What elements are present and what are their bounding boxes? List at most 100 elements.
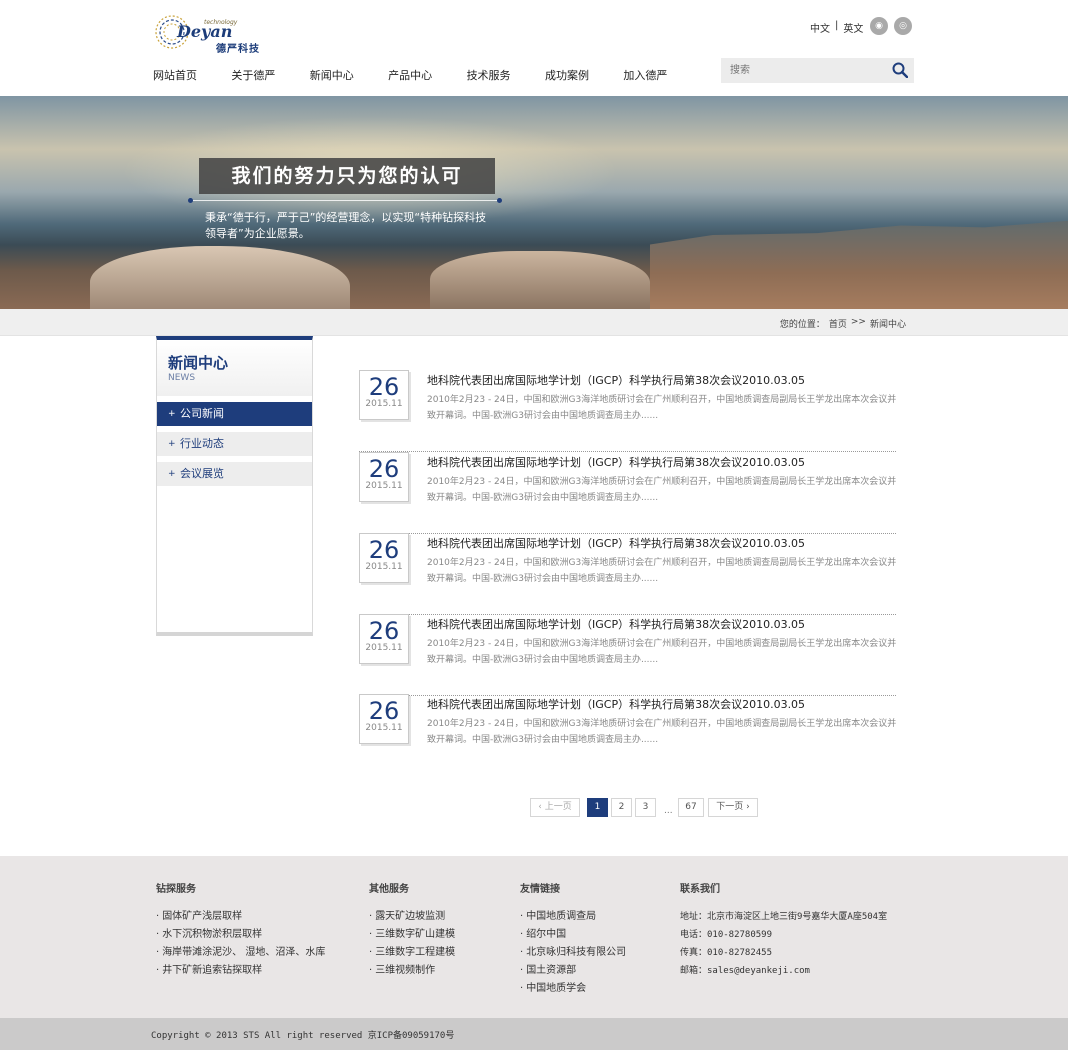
logo-cn: 德严科技	[216, 44, 260, 55]
news-item: 26 2015.11 地科院代表团出席国际地学计划（IGCP）科学执行局第38次…	[359, 533, 896, 615]
lang-zh-link[interactable]: 中文	[810, 20, 830, 35]
footer-link[interactable]: 露天矿边坡监测	[369, 908, 455, 926]
footer-link[interactable]: 北京咏归科技有限公司	[520, 944, 626, 962]
footer-link[interactable]: 国土资源部	[520, 962, 626, 980]
wechat-icon[interactable]: ◎	[894, 17, 912, 35]
banner-dot-right	[497, 198, 502, 203]
footer-col-other: 其他服务 露天矿边坡监测 三维数字矿山建模 三维数字工程建模 三维视频制作	[369, 880, 455, 980]
prev-page-button[interactable]: ‹ 上一页	[530, 798, 580, 817]
weibo-icon[interactable]: ◉	[870, 17, 888, 35]
news-title-link[interactable]: 地科院代表团出席国际地学计划（IGCP）科学执行局第38次会议2010.03.0…	[427, 454, 805, 470]
copyright-text: Copyright © 2013 STS All right reserved …	[151, 1031, 455, 1041]
breadcrumb: 您的位置： 首页 >> 新闻中心	[780, 317, 906, 330]
news-title-link[interactable]: 地科院代表团出席国际地学计划（IGCP）科学执行局第38次会议2010.03.0…	[427, 616, 805, 632]
sidebar-header: 新闻中心 NEWS	[157, 340, 312, 396]
nav-news[interactable]: 新闻中心	[310, 67, 388, 83]
lang-separator: |	[835, 20, 839, 31]
prev-page-label: 上一页	[544, 802, 572, 812]
nav-services[interactable]: 技术服务	[467, 67, 545, 83]
date-year-month: 2015.11	[365, 562, 403, 572]
logo-word: Deyan	[177, 22, 233, 41]
date-day: 26	[368, 455, 400, 483]
date-year-month: 2015.11	[365, 723, 403, 733]
footer-link[interactable]: 固体矿产浅层取样	[156, 908, 325, 926]
footer-link[interactable]: 水下沉积物淤积层取样	[156, 926, 325, 944]
site-header: technology Deyan 德严科技 中文 | 英文 ◉ ◎ 网站首页 关…	[0, 0, 1068, 96]
lang-en-link[interactable]: 英文	[843, 20, 863, 35]
news-item: 26 2015.11 地科院代表团出席国际地学计划（IGCP）科学执行局第38次…	[359, 694, 896, 776]
nav-products[interactable]: 产品中心	[388, 67, 466, 83]
page-3-button[interactable]: 3	[635, 798, 656, 817]
banner-rock-right	[430, 251, 650, 309]
bullet-icon: +	[168, 409, 176, 419]
page-1-button[interactable]: 1	[587, 798, 608, 817]
page-2-button[interactable]: 2	[611, 798, 632, 817]
news-summary: 2010年2月23 - 24日，中国和欧洲G3海洋地质研讨会在广州顺利召开，中国…	[427, 477, 897, 503]
sidebar: 新闻中心 NEWS + 公司新闻 + 行业动态 + 会议展览	[156, 336, 313, 636]
news-item: 26 2015.11 地科院代表团出席国际地学计划（IGCP）科学执行局第38次…	[359, 614, 896, 696]
date-day: 26	[368, 373, 400, 401]
hero-banner: 我们的努力只为您的认可 秉承“德于行，严于己”的经营理念，以实现“特种钻探科技领…	[0, 96, 1068, 309]
contact-fax: 传真：010-82782455	[680, 948, 773, 958]
footer-col-title: 联系我们	[680, 884, 720, 895]
news-title-link[interactable]: 地科院代表团出席国际地学计划（IGCP）科学执行局第38次会议2010.03.0…	[427, 696, 805, 712]
nav-about[interactable]: 关于德严	[231, 67, 309, 83]
footer-col-contact: 联系我们 地址：北京市海淀区上地三街9号嘉华大厦A座504室 电话：010-82…	[680, 880, 887, 980]
main-nav: 网站首页 关于德严 新闻中心 产品中心 技术服务 成功案例 加入德严	[153, 67, 702, 83]
sidebar-item-industry-news[interactable]: + 行业动态	[157, 432, 312, 456]
nav-home[interactable]: 网站首页	[153, 67, 231, 83]
chevron-right-icon: ›	[746, 802, 750, 812]
footer-link[interactable]: 中国地质调查局	[520, 908, 626, 926]
copyright-bar: Copyright © 2013 STS All right reserved …	[0, 1018, 1068, 1050]
date-year-month: 2015.11	[365, 643, 403, 653]
nav-join[interactable]: 加入德严	[623, 67, 701, 83]
footer-link[interactable]: 中国地质学会	[520, 980, 626, 998]
contact-email[interactable]: 邮箱：sales@deyankeji.com	[680, 962, 887, 980]
chevron-left-icon: ‹	[538, 802, 542, 812]
next-page-label: 下一页	[716, 802, 744, 812]
search-input[interactable]	[721, 58, 886, 83]
date-badge: 26 2015.11	[359, 694, 409, 744]
footer-col-friends: 友情链接 中国地质调查局 绍尔中国 北京咏归科技有限公司 国土资源部 中国地质学…	[520, 880, 626, 998]
footer-link[interactable]: 三维数字矿山建模	[369, 926, 455, 944]
next-page-button[interactable]: 下一页 ›	[708, 798, 758, 817]
breadcrumb-home[interactable]: 首页	[829, 317, 847, 330]
breadcrumb-bar: 您的位置： 首页 >> 新闻中心	[0, 309, 1068, 336]
footer-col-title: 其他服务	[369, 884, 409, 895]
news-title-link[interactable]: 地科院代表团出席国际地学计划（IGCP）科学执行局第38次会议2010.03.0…	[427, 535, 805, 551]
search-box	[721, 58, 914, 83]
footer-link[interactable]: 井下矿新追索钻探取样	[156, 962, 325, 980]
breadcrumb-current: 新闻中心	[869, 320, 906, 330]
news-summary: 2010年2月23 - 24日，中国和欧洲G3海洋地质研讨会在广州顺利召开，中国…	[427, 719, 897, 745]
news-summary: 2010年2月23 - 24日，中国和欧洲G3海洋地质研讨会在广州顺利召开，中国…	[427, 639, 897, 665]
breadcrumb-prefix: 您的位置：	[779, 320, 825, 330]
date-badge: 26 2015.11	[359, 614, 409, 664]
footer-link[interactable]: 三维数字工程建模	[369, 944, 455, 962]
footer-link[interactable]: 三维视频制作	[369, 962, 455, 980]
footer-link[interactable]: 绍尔中国	[520, 926, 626, 944]
page-last-button[interactable]: 67	[678, 798, 704, 817]
nav-cases[interactable]: 成功案例	[545, 67, 623, 83]
sidebar-title: 新闻中心	[168, 354, 229, 372]
sidebar-item-exhibitions[interactable]: + 会议展览	[157, 462, 312, 486]
sidebar-subtitle: NEWS	[168, 373, 196, 383]
footer-col-title: 钻探服务	[156, 884, 196, 895]
language-switch: 中文 | 英文	[810, 20, 863, 35]
footer-link[interactable]: 海岸带滩涂泥沙、 湿地、沼泽、水库	[156, 944, 325, 962]
banner-divider	[190, 200, 500, 201]
footer-col-title: 友情链接	[520, 884, 560, 895]
news-title-link[interactable]: 地科院代表团出席国际地学计划（IGCP）科学执行局第38次会议2010.03.0…	[427, 372, 805, 388]
logo[interactable]: technology Deyan 德严科技	[152, 10, 264, 55]
site-footer: 钻探服务 固体矿产浅层取样 水下沉积物淤积层取样 海岸带滩涂泥沙、 湿地、沼泽、…	[0, 856, 1068, 1018]
banner-subtitle: 秉承“德于行，严于己”的经营理念，以实现“特种钻探科技领导者”为企业愿景。	[205, 211, 487, 240]
search-icon[interactable]	[892, 62, 908, 78]
footer-col-drilling: 钻探服务 固体矿产浅层取样 水下沉积物淤积层取样 海岸带滩涂泥沙、 湿地、沼泽、…	[156, 880, 325, 980]
sidebar-item-label: 会议展览	[180, 467, 224, 480]
bullet-icon: +	[168, 439, 176, 449]
banner-canyon-ridge	[650, 220, 1068, 309]
news-item: 26 2015.11 地科院代表团出席国际地学计划（IGCP）科学执行局第38次…	[359, 452, 896, 534]
bullet-icon: +	[168, 469, 176, 479]
date-day: 26	[368, 697, 400, 725]
banner-dot-left	[188, 198, 193, 203]
sidebar-item-company-news[interactable]: + 公司新闻	[157, 402, 312, 426]
